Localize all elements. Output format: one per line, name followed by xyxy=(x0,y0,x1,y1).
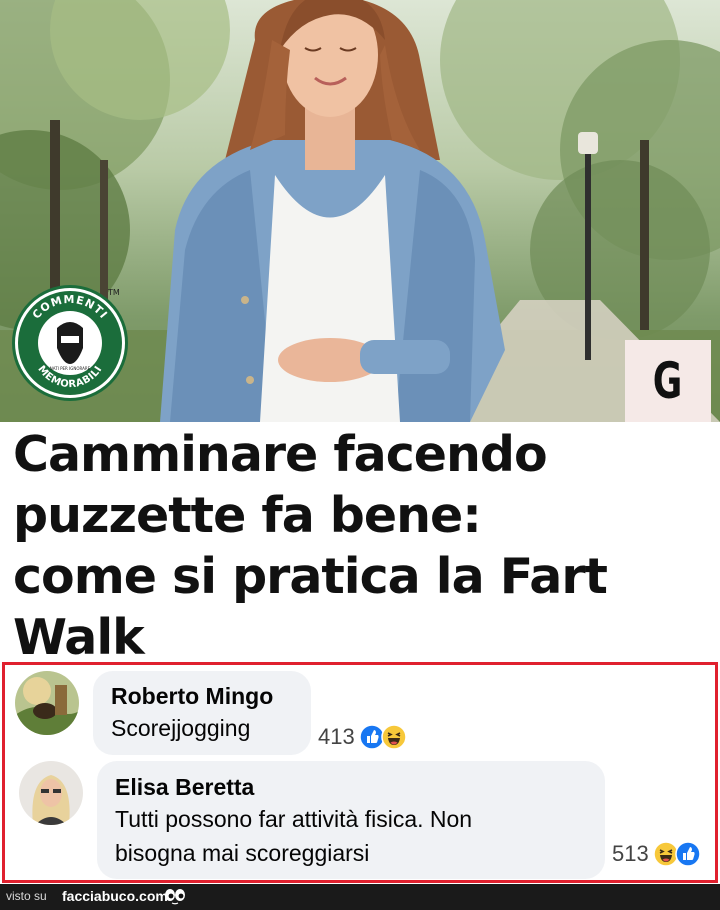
publisher-badge: G xyxy=(625,340,711,422)
comment-reactions[interactable]: 513 xyxy=(612,841,701,867)
comment-text: bisogna mai scoreggiarsi xyxy=(115,840,370,866)
headline-line: Walk xyxy=(13,609,145,666)
headline-line: come si pratica la Fart xyxy=(13,548,608,605)
logo-inner-text: NATI PER IGNORARE xyxy=(50,366,91,371)
watermark-footer: visto su facciabuco.com xyxy=(0,884,720,910)
comment-author[interactable]: Roberto Mingo xyxy=(111,683,273,710)
comment-text: Scorejjogging xyxy=(111,715,251,741)
comment-author[interactable]: Elisa Beretta xyxy=(115,774,254,801)
like-icon xyxy=(674,841,701,867)
article-headline: Camminare facendo puzzette fa bene: come… xyxy=(13,424,713,668)
avatar-roberto-mingo[interactable] xyxy=(15,671,79,735)
comment-text: Tutti possono far attività fisica. Non xyxy=(115,806,473,832)
footer-visto-su: visto su xyxy=(6,889,47,903)
publisher-badge-letter: G xyxy=(653,352,683,410)
hero-photo: COMMENTI MEMORABILI NATI PER IGNORARE TM… xyxy=(0,0,720,422)
commenti-memorabili-logo: COMMENTI MEMORABILI NATI PER IGNORARE xyxy=(12,285,128,401)
eyes-icon xyxy=(164,887,186,909)
comments-section: Roberto Mingo Scorejjogging 413 Elisa Be… xyxy=(2,662,718,883)
reaction-count: 413 xyxy=(318,724,355,749)
trademark-label: TM xyxy=(108,288,120,297)
haha-icon xyxy=(380,724,407,750)
footer-site-link[interactable]: facciabuco.com xyxy=(62,888,168,904)
reaction-count: 513 xyxy=(612,841,649,866)
avatar-elisa-beretta[interactable] xyxy=(19,761,83,825)
comment-reactions[interactable]: 413 xyxy=(318,724,407,750)
headline-line: puzzette fa bene: xyxy=(13,487,482,544)
headline-line: Camminare facendo xyxy=(13,426,548,483)
